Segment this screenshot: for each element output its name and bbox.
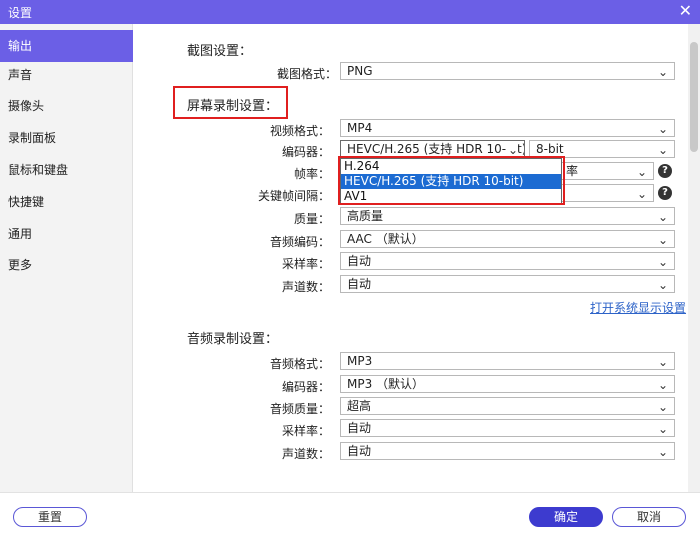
screen-recording-title: 屏幕录制设置： [187,99,279,114]
audio-sample-rate-label: 采样率： [281,424,330,438]
encoder-value: HEVC/H.265 (支持 HDR 10-bit) [347,142,525,156]
audio-encoder-label: 编码器： [281,380,330,394]
audio-format-select[interactable]: MP3 ⌄ [340,352,675,370]
chevron-down-icon: ⌄ [657,65,668,79]
window-title: 设置 [8,6,33,20]
audio-quality-label: 音频质量： [269,402,330,416]
audio-quality-value: 超高 [347,399,372,413]
open-display-settings-link[interactable]: 打开系统显示设置 [590,299,686,316]
footer: 重置 确定 取消 [0,492,700,533]
audio-channels-label: 声道数： [281,447,330,461]
video-format-select[interactable]: MP4 ⌄ [340,119,675,137]
screenshot-format-value: PNG [347,64,373,78]
sidebar-item-general[interactable]: 通用 [0,218,133,250]
chevron-down-icon: ⌄ [657,143,668,157]
chevron-down-icon: ⌄ [657,233,668,247]
screenshot-format-select[interactable]: PNG ⌄ [340,62,675,80]
audio-sample-rate-select[interactable]: 自动 ⌄ [340,419,675,437]
chevron-down-icon: ⌄ [657,445,668,459]
screenshot-settings-title: 截图设置： [187,44,253,59]
sidebar-item-mouse-keyboard[interactable]: 鼠标和键盘 [0,154,133,186]
audio-codec-select[interactable]: AAC （默认） ⌄ [340,230,675,248]
quality-label: 质量： [293,212,330,226]
chevron-down-icon: ⌄ [657,278,668,292]
chevron-down-icon: ⌄ [657,122,668,136]
sidebar-item-recording-panel[interactable]: 录制面板 [0,122,133,154]
chevron-down-icon: ⌄ [657,210,668,224]
audio-sample-rate-value: 自动 [347,421,372,435]
close-icon[interactable]: ✕ [679,2,692,20]
audio-recording-title: 音频录制设置： [187,332,279,347]
audio-format-label: 音频格式： [269,357,330,371]
channels-select[interactable]: 自动 ⌄ [340,275,675,293]
sample-rate-select[interactable]: 自动 ⌄ [340,252,675,270]
audio-encoder-value: MP3 （默认） [347,377,425,391]
channels-label: 声道数： [281,280,330,294]
chevron-down-icon: ⌄ [636,187,647,201]
sample-rate-label: 采样率： [281,257,330,271]
framerate-partial-text: 率 [566,164,579,178]
video-format-value: MP4 [347,121,373,135]
audio-quality-select[interactable]: 超高 ⌄ [340,397,675,415]
encoder-dropdown-highlight [338,156,565,205]
sample-rate-value: 自动 [347,254,372,268]
quality-value: 高质量 [347,209,384,223]
sidebar-item-output[interactable]: 输出 [0,30,133,62]
cancel-button[interactable]: 取消 [612,507,686,527]
framerate-label: 帧率： [293,167,330,181]
framerate-help-icon[interactable]: ? [658,164,672,178]
sidebar-item-shortcuts[interactable]: 快捷键 [0,186,133,218]
content-scrollbar[interactable] [688,24,700,492]
encoder-label: 编码器： [281,145,330,159]
chevron-down-icon: ⌄ [657,378,668,392]
sidebar: 输出 声音 摄像头 录制面板 鼠标和键盘 快捷键 通用 更多 [0,24,133,492]
chevron-down-icon: ⌄ [657,400,668,414]
reset-button[interactable]: 重置 [13,507,87,527]
screenshot-format-label: 截图格式： [276,67,337,81]
chevron-down-icon: ⌄ [657,255,668,269]
audio-channels-select[interactable]: 自动 ⌄ [340,442,675,460]
audio-codec-label: 音频编码： [269,235,330,249]
audio-channels-value: 自动 [347,444,372,458]
chevron-down-icon: ⌄ [657,422,668,436]
sidebar-item-more[interactable]: 更多 [0,249,133,281]
keyframe-help-icon[interactable]: ? [658,186,672,200]
audio-encoder-select[interactable]: MP3 （默认） ⌄ [340,375,675,393]
ok-button[interactable]: 确定 [529,507,603,527]
chevron-down-icon: ⌄ [657,355,668,369]
scrollbar-thumb[interactable] [690,42,698,152]
audio-codec-value: AAC （默认） [347,232,424,246]
chevron-down-icon: ⌄ [636,165,647,179]
title-bar: 设置 ✕ [0,0,700,24]
sidebar-item-camera[interactable]: 摄像头 [0,90,133,122]
bit-depth-value: 8-bit [536,142,564,156]
sidebar-item-sound[interactable]: 声音 [0,59,133,91]
channels-value: 自动 [347,277,372,291]
quality-select[interactable]: 高质量 ⌄ [340,207,675,225]
keyframe-interval-label: 关键帧间隔： [257,189,330,203]
video-format-label: 视频格式： [269,124,330,138]
audio-format-value: MP3 [347,354,373,368]
